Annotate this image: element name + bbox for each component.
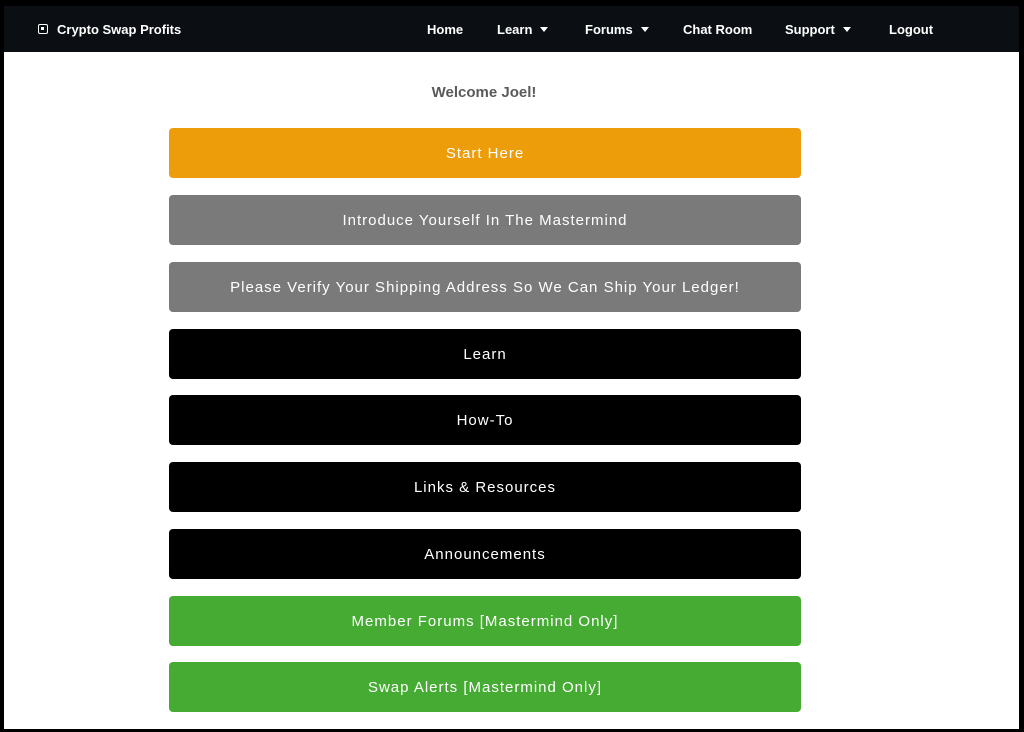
chevron-down-icon xyxy=(842,26,851,32)
learn-button[interactable]: Learn xyxy=(169,329,801,379)
nav-home-label: Home xyxy=(427,21,464,37)
start-here-button[interactable]: Start Here xyxy=(169,128,801,178)
introduce-yourself-button[interactable]: Introduce Yourself In The Mastermind xyxy=(169,195,801,245)
how-to-button[interactable]: How-To xyxy=(169,395,801,445)
announcements-button[interactable]: Announcements xyxy=(169,529,801,579)
top-navbar: Crypto Swap Profits Home Learn Forums Ch… xyxy=(4,6,1019,52)
brand-logo[interactable]: Crypto Swap Profits xyxy=(38,6,181,52)
nav-learn[interactable]: Learn xyxy=(497,6,549,52)
nav-chat-room[interactable]: Chat Room xyxy=(683,6,752,52)
nav-logout-label: Logout xyxy=(889,21,934,37)
nav-chat-room-label: Chat Room xyxy=(683,21,753,37)
verify-shipping-address-button[interactable]: Please Verify Your Shipping Address So W… xyxy=(169,262,801,312)
nav-home[interactable]: Home xyxy=(427,6,463,52)
nav-support-label: Support xyxy=(785,21,835,37)
page: Crypto Swap Profits Home Learn Forums Ch… xyxy=(4,6,1019,729)
welcome-message: Welcome Joel! xyxy=(431,84,537,101)
brand-name: Crypto Swap Profits xyxy=(57,21,182,37)
square-logo-icon xyxy=(38,24,48,34)
nav-support[interactable]: Support xyxy=(785,6,851,52)
nav-logout[interactable]: Logout xyxy=(889,6,933,52)
nav-forums[interactable]: Forums xyxy=(585,6,649,52)
swap-alerts-button[interactable]: Swap Alerts [Mastermind Only] xyxy=(169,662,801,712)
nav-forums-label: Forums xyxy=(585,21,633,37)
chevron-down-icon xyxy=(540,26,549,32)
chevron-down-icon xyxy=(640,26,649,32)
member-forums-button[interactable]: Member Forums [Mastermind Only] xyxy=(169,596,801,646)
nav-learn-label: Learn xyxy=(497,21,533,37)
links-resources-button[interactable]: Links & Resources xyxy=(169,462,801,512)
